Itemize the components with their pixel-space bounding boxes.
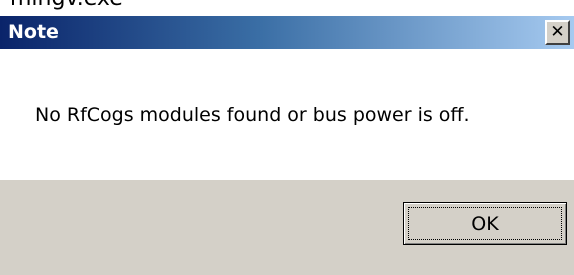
background-window-strip: mingv.exe <box>0 0 574 16</box>
dialog-title: Note <box>8 21 59 43</box>
dialog-titlebar[interactable]: Note ✕ <box>0 16 574 49</box>
background-window-text: mingv.exe <box>10 0 123 11</box>
dialog-content: No RfCogs modules found or bus power is … <box>0 49 574 180</box>
dialog-message: No RfCogs modules found or bus power is … <box>35 104 470 126</box>
close-button[interactable]: ✕ <box>545 20 570 45</box>
close-icon: ✕ <box>550 22 565 42</box>
ok-button-label: OK <box>471 212 499 235</box>
ok-button[interactable]: OK <box>403 202 567 245</box>
dialog-footer: OK <box>0 180 574 275</box>
